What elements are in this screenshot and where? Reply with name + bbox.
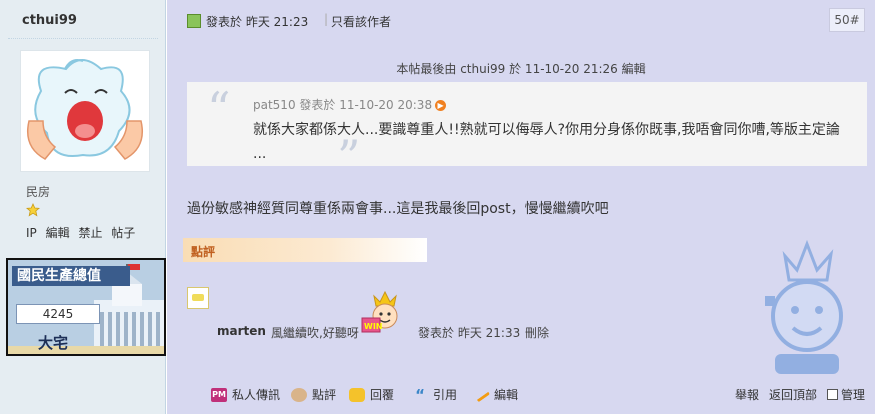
edit-note: 本帖最後由 cthui99 於 11-10-20 21:26 編輯 bbox=[396, 62, 646, 76]
quote-close-icon: ” bbox=[337, 130, 361, 184]
post-body: 過份敏感神經質同尊重係兩會事...這是我最後回post，慢慢繼續吹吧 bbox=[187, 201, 609, 217]
reply-button[interactable]: 回覆 bbox=[349, 386, 394, 403]
only-author-link[interactable]: 只看該作者 bbox=[331, 13, 391, 30]
user-links: IP 編輯 禁止 帖子 bbox=[26, 224, 140, 241]
gdp-label: 大宅 bbox=[38, 334, 69, 352]
back-to-top-link[interactable]: 返回頂部 bbox=[769, 386, 817, 403]
post-time: 發表於 昨天 21:23 bbox=[206, 15, 309, 29]
pm-button[interactable]: PM 私人傳訊 bbox=[211, 386, 280, 403]
gdp-value: 4245 bbox=[16, 304, 100, 324]
quote-label: 引用 bbox=[433, 388, 458, 402]
quote-icon: “ bbox=[415, 385, 425, 404]
comment-icon bbox=[187, 287, 209, 309]
quote-meta: pat510 發表於 11-10-20 20:38 ▶ bbox=[253, 96, 447, 113]
online-status-icon bbox=[187, 14, 201, 28]
site-watermark-logo bbox=[745, 236, 869, 386]
pm-icon: PM bbox=[211, 387, 227, 402]
floor-number[interactable]: 50# bbox=[829, 8, 865, 32]
ban-link[interactable]: 禁止 bbox=[78, 226, 102, 240]
sidebar-divider bbox=[8, 38, 158, 39]
posts-link[interactable]: 帖子 bbox=[111, 226, 135, 240]
comment-text: 風繼續吹,好聽呀 bbox=[271, 326, 359, 340]
comment-time: 發表於 昨天 21:33 bbox=[418, 326, 521, 340]
quote-block: “ pat510 發表於 11-10-20 20:38 ▶ 就係大家都係大人...… bbox=[187, 82, 867, 180]
edit-button[interactable]: 編輯 bbox=[473, 386, 519, 403]
pencil-icon bbox=[473, 387, 491, 402]
go-to-post-icon[interactable]: ▶ bbox=[435, 100, 447, 111]
author-name[interactable]: cthui99 bbox=[22, 13, 77, 28]
edit-user-link[interactable]: 編輯 bbox=[46, 226, 70, 240]
pm-label: 私人傳訊 bbox=[232, 388, 281, 402]
rate-label: 點評 bbox=[191, 245, 216, 259]
comment-author[interactable]: marten bbox=[217, 324, 266, 338]
quote-open-icon: “ bbox=[207, 82, 231, 136]
rate-button[interactable]: 點評 bbox=[291, 386, 336, 403]
edit-label: 編輯 bbox=[494, 388, 519, 402]
rate-section-header: 點評 bbox=[183, 238, 427, 262]
comment-delete-link[interactable]: 刪除 bbox=[525, 324, 549, 341]
reply-label: 回覆 bbox=[370, 388, 395, 402]
post-actions-bar: PM 私人傳訊 點評 回覆 “ 引用 編輯 舉報 返回頂部 管理 bbox=[167, 386, 875, 406]
post-content: 發表於 昨天 21:23 | 只看該作者 50# 本帖最後由 cthui99 於… bbox=[167, 0, 875, 414]
quote-meta-text: pat510 發表於 11-10-20 20:38 bbox=[253, 98, 433, 112]
gdp-title: 國民生產總值 bbox=[12, 266, 130, 286]
win-sticker-icon: WIN bbox=[360, 290, 410, 338]
report-link[interactable]: 舉報 bbox=[735, 386, 759, 403]
svg-text:WIN: WIN bbox=[364, 322, 383, 331]
gdp-banner[interactable]: 國民生產總值 4245 大宅 bbox=[6, 258, 166, 356]
star-icon bbox=[25, 203, 41, 220]
right-links: 舉報 返回頂部 管理 bbox=[725, 386, 865, 403]
manage-label: 管理 bbox=[840, 388, 865, 402]
post-header: 發表於 昨天 21:23 | 只看該作者 50# bbox=[167, 0, 875, 38]
manage-checkbox-wrap[interactable]: 管理 bbox=[826, 386, 865, 403]
reply-icon bbox=[349, 387, 365, 402]
rate-icon bbox=[291, 387, 307, 402]
rate-button-label: 點評 bbox=[312, 388, 337, 402]
avatar-image bbox=[21, 51, 149, 171]
quote-button[interactable]: “ 引用 bbox=[412, 386, 457, 403]
avatar[interactable] bbox=[20, 50, 150, 172]
ip-link[interactable]: IP bbox=[26, 226, 37, 240]
author-sidebar: cthui99 民房 IP 編輯 禁止 帖子 國民生產總值 4245 大宅 bbox=[0, 0, 166, 414]
header-separator: | bbox=[324, 12, 329, 26]
usergroup-label: 民房 bbox=[26, 185, 51, 199]
manage-checkbox[interactable] bbox=[826, 389, 838, 400]
